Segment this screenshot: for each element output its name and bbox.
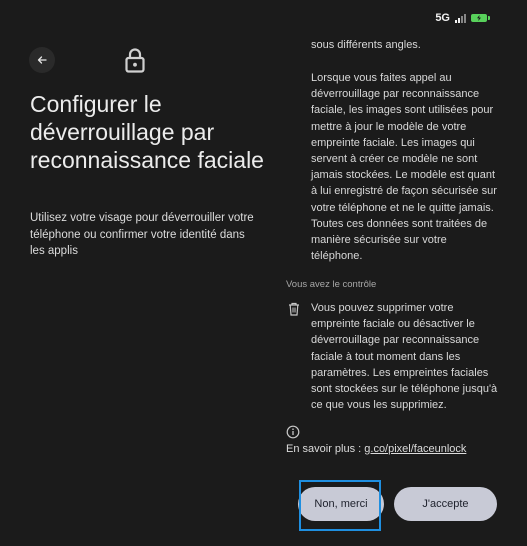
status-bar: 5G <box>435 12 490 24</box>
paragraph-privacy: Lorsque vous faites appel au déverrouill… <box>311 72 497 263</box>
battery-icon <box>471 14 490 22</box>
page-title: Configurer le déverrouillage par reconna… <box>30 91 264 173</box>
accept-button[interactable]: J'accepte <box>394 487 497 521</box>
paragraph-control: Vous pouvez supprimer votre empreinte fa… <box>311 302 498 412</box>
page-subtitle: Utilisez votre visage pour déverrouiller… <box>30 212 254 257</box>
trash-icon <box>289 302 299 316</box>
signal-icon <box>455 13 466 23</box>
back-button[interactable] <box>29 47 55 73</box>
arrow-left-icon <box>37 56 47 64</box>
learn-more-prefix: En savoir plus : <box>286 443 362 455</box>
faceunlock-link[interactable]: g.co/pixel/faceunlock <box>364 443 466 455</box>
info-icon <box>286 425 300 439</box>
section-label-control: Vous avez le contrôle <box>286 279 377 290</box>
lock-icon <box>125 48 145 73</box>
paragraph-angles: sous différents angles. <box>311 39 421 51</box>
decline-button[interactable]: Non, merci <box>298 487 384 521</box>
learn-more: En savoir plus : g.co/pixel/faceunlock <box>286 443 466 455</box>
face-unlock-setup-screen: 5G Configurer le déverrouillage par reco… <box>0 0 527 546</box>
network-label: 5G <box>435 12 450 24</box>
